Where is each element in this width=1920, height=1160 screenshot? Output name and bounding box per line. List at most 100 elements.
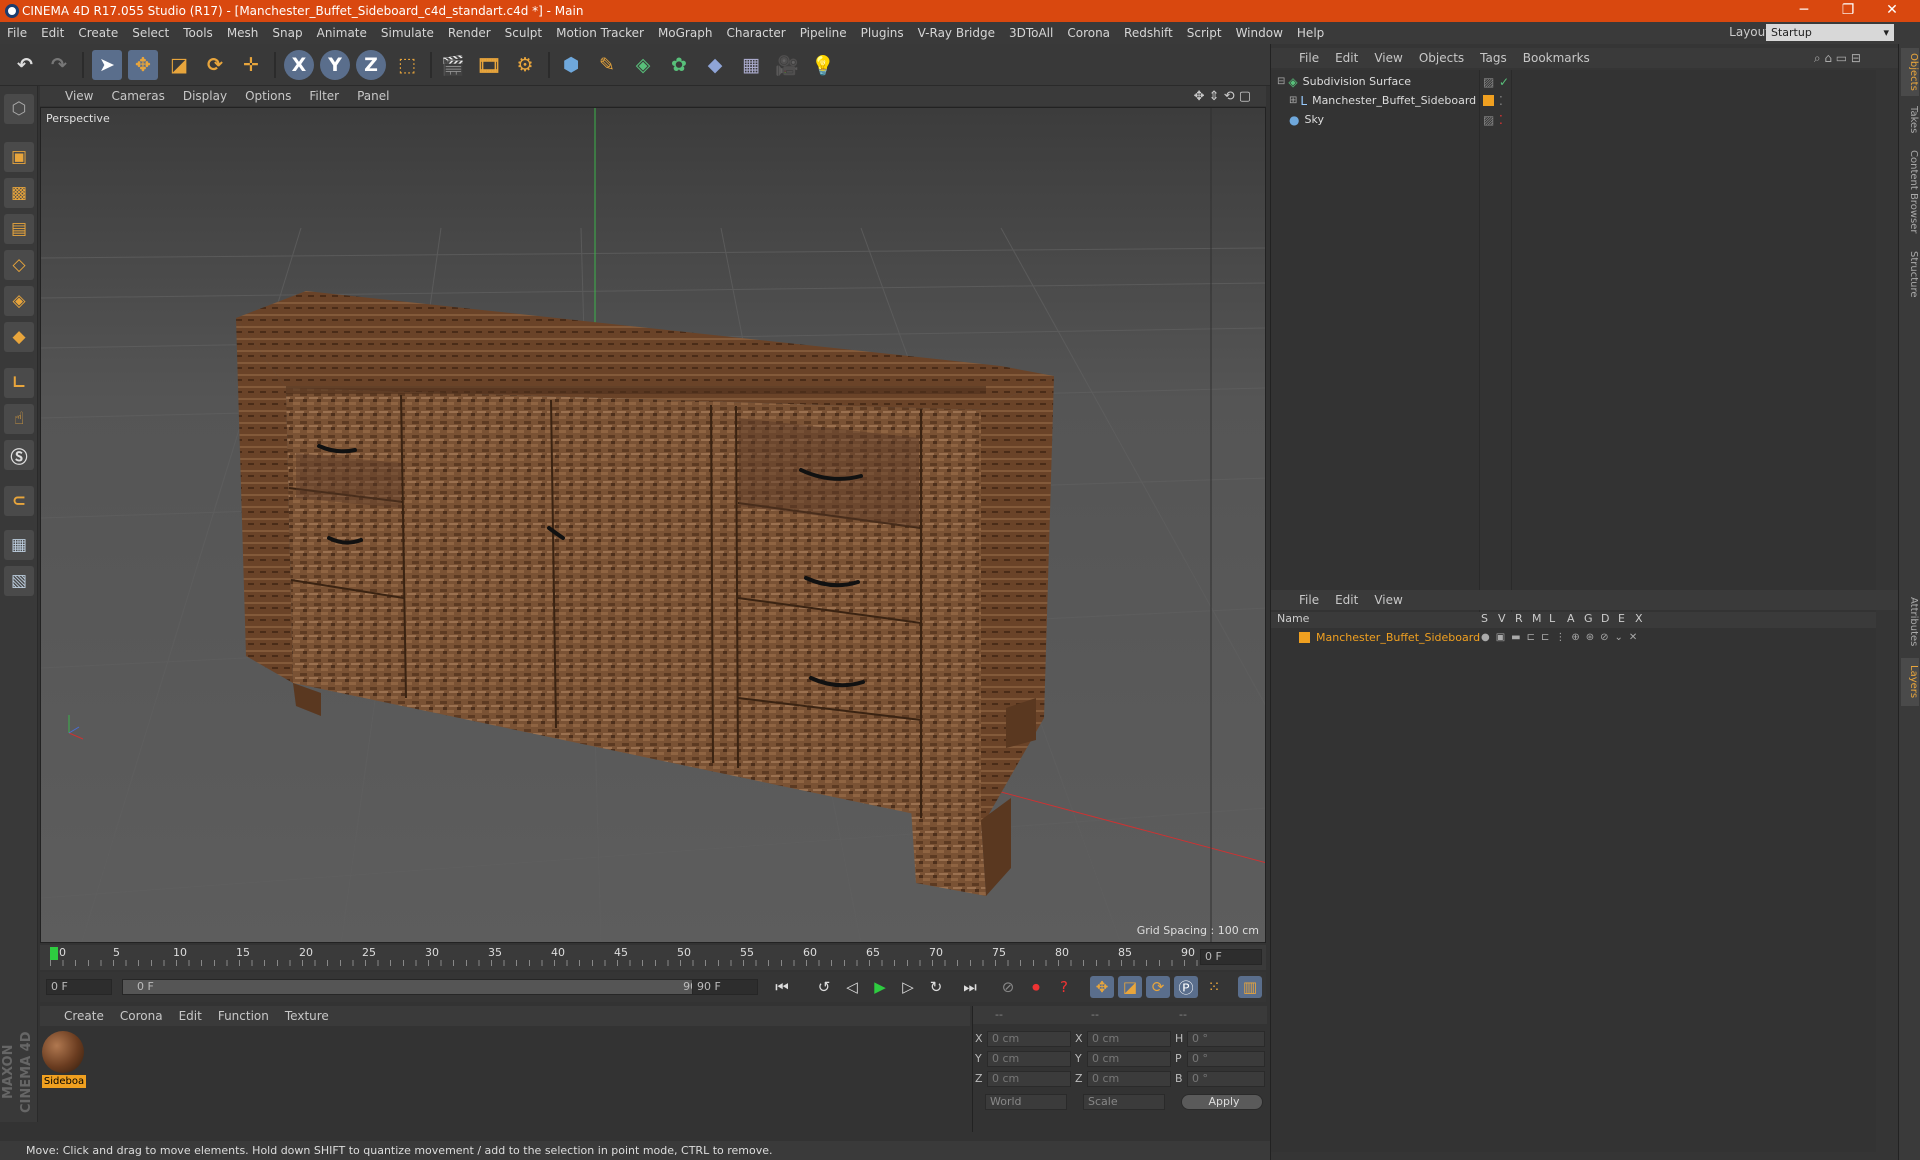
viewport-menu-filter[interactable]: Filter (300, 89, 348, 103)
edit-render-settings-icon[interactable]: ⚙ (510, 50, 540, 80)
object-row-sideboard[interactable]: ⊞ L Manchester_Buffet_Sideboard ⁚ (1277, 91, 1887, 110)
points-mode-icon[interactable]: ◇ (4, 250, 34, 280)
menu-window[interactable]: Window (1229, 26, 1290, 40)
layer-tag-icon[interactable]: ▨ (1483, 75, 1494, 89)
rotation-h-field[interactable]: 0 ° (1187, 1031, 1265, 1047)
visibility-dots-icon[interactable]: ⁚ (1499, 94, 1503, 108)
current-frame-field[interactable]: 0 F (1200, 949, 1262, 965)
tab-structure[interactable]: Structure (1901, 244, 1919, 304)
layer-toggle-icons[interactable]: ●▣▬⊏⊏⋮⊕⊛⊘⌄✕ (1481, 632, 1643, 643)
tab-takes[interactable]: Takes (1901, 100, 1919, 140)
model-mode-icon[interactable]: ▣ (4, 142, 34, 172)
material-menu-texture[interactable]: Texture (277, 1009, 337, 1023)
transform-tool-icon[interactable]: ✛ (236, 50, 266, 80)
select-arrow-icon[interactable]: ➤ (92, 50, 122, 80)
visibility-dots-icon[interactable]: ⁚ (1499, 113, 1503, 127)
close-button[interactable]: ✕ (1870, 0, 1914, 22)
keyframe-selection-icon[interactable]: ? (1052, 976, 1076, 998)
tab-objects[interactable]: Objects (1901, 48, 1919, 96)
layer-color-swatch[interactable] (1299, 631, 1310, 643)
play-icon[interactable]: ▶ (868, 976, 892, 998)
rotation-b-field[interactable]: 0 ° (1187, 1071, 1265, 1087)
menu-snap[interactable]: Snap (265, 26, 309, 40)
position-z-field[interactable]: 0 cm (987, 1071, 1071, 1087)
menu-redshift[interactable]: Redshift (1117, 26, 1180, 40)
viewport-menu-view[interactable]: View (56, 89, 102, 103)
menu-script[interactable]: Script (1180, 26, 1229, 40)
previous-key-icon[interactable]: ↺ (812, 976, 836, 998)
menu-3dtoall[interactable]: 3DToAll (1002, 26, 1060, 40)
render-picture-viewer-icon[interactable]: 🎞 (474, 50, 504, 80)
coordinate-system-icon[interactable]: ⬚ (392, 50, 422, 80)
maximize-button[interactable]: ❐ (1826, 0, 1870, 22)
layers-menu-view[interactable]: View (1366, 593, 1410, 607)
tab-layers[interactable]: Layers (1901, 658, 1919, 706)
layers-menu-edit[interactable]: Edit (1327, 593, 1366, 607)
snapping-magnet-icon[interactable]: ⊂ (4, 486, 34, 516)
material-menu-edit[interactable]: Edit (171, 1009, 210, 1023)
record-keys-icon[interactable]: ⊘ (996, 976, 1020, 998)
minimize-button[interactable]: ─ (1782, 0, 1826, 22)
floor-object-icon[interactable]: ▦ (736, 50, 766, 80)
start-frame-field[interactable]: 0 F (46, 979, 112, 995)
key-rotation-icon[interactable]: ⟳ (1146, 976, 1170, 998)
z-axis-lock-icon[interactable]: Z (356, 50, 386, 80)
menu-animate[interactable]: Animate (310, 26, 374, 40)
enabled-check-icon[interactable]: ✓ (1499, 75, 1509, 89)
render-view-icon[interactable]: 🎬 (438, 50, 468, 80)
go-to-end-icon[interactable]: ⏭ (958, 976, 982, 998)
layers-menu-file[interactable]: File (1291, 593, 1327, 607)
menu-create[interactable]: Create (71, 26, 125, 40)
tweak-mode-icon[interactable]: ☝ (4, 404, 34, 434)
objects-menu-tags[interactable]: Tags (1472, 51, 1515, 65)
cube-primitive-icon[interactable]: ⬢ (556, 50, 586, 80)
layer-color-swatch[interactable] (1483, 95, 1494, 106)
planar-workplane-icon[interactable]: ▧ (4, 566, 34, 596)
coordinate-space-select[interactable]: World (985, 1094, 1067, 1110)
3d-viewport[interactable]: Perspective Grid Spacing : 100 cm (40, 107, 1266, 943)
apply-button[interactable]: Apply (1181, 1094, 1263, 1110)
x-axis-lock-icon[interactable]: X (284, 50, 314, 80)
menu-select[interactable]: Select (125, 26, 176, 40)
layer-row[interactable]: Manchester_Buffet_Sideboard ●▣▬⊏⊏⋮⊕⊛⊘⌄✕ (1277, 629, 1887, 645)
material-menu-corona[interactable]: Corona (112, 1009, 171, 1023)
object-row-subdivision-surface[interactable]: ⊟ ◈ Subdivision Surface ▨ ✓ (1277, 72, 1887, 91)
key-position-icon[interactable]: ✥ (1090, 976, 1114, 998)
camera-icon[interactable]: 🎥 (772, 50, 802, 80)
menu-motion-tracker[interactable]: Motion Tracker (549, 26, 651, 40)
material-thumbnail-sideboard[interactable] (42, 1031, 84, 1073)
material-menu-create[interactable]: Create (56, 1009, 112, 1023)
size-z-field[interactable]: 0 cm (1087, 1071, 1171, 1087)
viewport-menu-cameras[interactable]: Cameras (102, 89, 173, 103)
axis-mode-icon[interactable]: ∟ (4, 368, 34, 398)
menu-corona[interactable]: Corona (1060, 26, 1117, 40)
solo-mode-icon[interactable]: Ⓢ (4, 440, 34, 470)
menu-mograph[interactable]: MoGraph (651, 26, 720, 40)
viewport-menu-options[interactable]: Options (236, 89, 300, 103)
playhead-marker[interactable] (50, 947, 58, 960)
size-x-field[interactable]: 0 cm (1087, 1031, 1171, 1047)
tab-content-browser[interactable]: Content Browser (1901, 144, 1919, 240)
menu-file[interactable]: File (0, 26, 34, 40)
menu-render[interactable]: Render (441, 26, 498, 40)
make-editable-icon[interactable]: ⬡ (4, 94, 34, 124)
menu-sculpt[interactable]: Sculpt (498, 26, 549, 40)
y-axis-lock-icon[interactable]: Y (320, 50, 350, 80)
light-icon[interactable]: 💡 (808, 50, 838, 80)
redo-icon[interactable]: ↷ (44, 50, 74, 80)
go-to-start-icon[interactable]: ⏮ (770, 976, 794, 998)
objects-menu-file[interactable]: File (1291, 51, 1327, 65)
objects-menu-edit[interactable]: Edit (1327, 51, 1366, 65)
menu-character[interactable]: Character (719, 26, 792, 40)
scale-tool-icon[interactable]: ◪ (164, 50, 194, 80)
key-pla-icon[interactable]: ⁙ (1202, 976, 1226, 998)
objects-menu-objects[interactable]: Objects (1411, 51, 1472, 65)
position-y-field[interactable]: 0 cm (987, 1051, 1071, 1067)
viewport-menu-display[interactable]: Display (174, 89, 236, 103)
viewport-nav-icons[interactable]: ✥ ⇕ ⟲ ▢ (1185, 89, 1260, 104)
key-scale-icon[interactable]: ◪ (1118, 976, 1142, 998)
undo-icon[interactable]: ↶ (10, 50, 40, 80)
polygons-mode-icon[interactable]: ◆ (4, 322, 34, 352)
array-generator-icon[interactable]: ✿ (664, 50, 694, 80)
workplane-lock-icon[interactable]: ▦ (4, 530, 34, 560)
